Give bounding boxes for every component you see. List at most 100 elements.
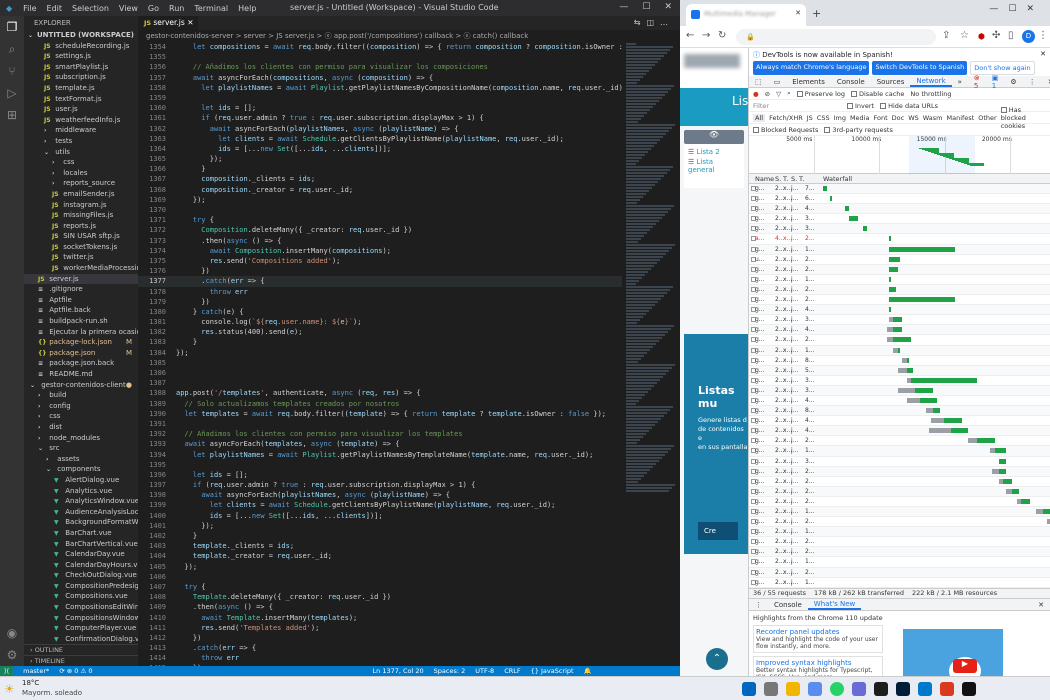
request-row[interactable]: g... 2... x... j... 2... [749, 477, 1050, 487]
tree-item[interactable]: ▼ CompositionPredesignDialo... [24, 581, 138, 592]
outline-section[interactable]: › OUTLINE [24, 644, 138, 655]
request-row[interactable]: g... 2... x... j... 4... [749, 426, 1050, 437]
tree-item[interactable]: ≡ .gitignore [24, 284, 138, 295]
maximize-icon[interactable]: ☐ [642, 2, 650, 12]
tree-item[interactable]: ▼ CalendarDay.vue [24, 549, 138, 560]
news-card[interactable]: Recorder panel updates View and highlight… [753, 625, 883, 653]
third-party-checkbox[interactable]: 3rd-party requests [824, 126, 893, 134]
tree-item[interactable]: ▼ BarChartVertical.vue [24, 539, 138, 550]
type-filter-fetchxhr[interactable]: Fetch/XHR [769, 114, 803, 122]
whatsapp-icon[interactable] [830, 682, 844, 696]
split-editor-icon[interactable]: ◫ [646, 18, 660, 27]
view-toggle-button[interactable]: 👁 [684, 130, 744, 144]
tree-item[interactable]: JS instagram.js [24, 200, 138, 211]
type-filter-css[interactable]: CSS [817, 114, 830, 122]
adblock-icon[interactable]: ⬢ [978, 32, 985, 41]
record-icon[interactable]: ● [753, 90, 759, 98]
tree-item[interactable]: JS weatherfeedInfo.js [24, 115, 138, 126]
tree-item[interactable]: ▼ AlertDialog.vue [24, 475, 138, 486]
type-filter-wasm[interactable]: Wasm [923, 114, 943, 122]
tree-item[interactable]: ▼ ComputerPlayer.vue [24, 623, 138, 634]
drawer-tab-whatsnew[interactable]: What's New [807, 600, 862, 610]
menu-item[interactable]: Selection [72, 4, 109, 13]
tree-item[interactable]: › locales [24, 168, 138, 179]
tree-item[interactable]: JS workerMediaProcessing.js [24, 263, 138, 274]
request-row[interactable]: g... 2... x... j... 6... [749, 194, 1050, 205]
tree-item[interactable]: › tests [24, 136, 138, 147]
tree-item[interactable]: JS SIN USAR sftp.js [24, 231, 138, 242]
tree-item[interactable]: ≡ README.md [24, 369, 138, 380]
request-row[interactable]: g... 2... x... j... 4... [749, 305, 1050, 316]
close-notice-icon[interactable]: ✕ [1040, 50, 1046, 58]
close-icon[interactable]: ✕ [1042, 78, 1050, 86]
request-row[interactable]: g... 2... x... j... 8... [749, 356, 1050, 366]
settings-gear-icon[interactable]: ⚙ [0, 644, 24, 666]
type-filter-js[interactable]: JS [807, 114, 813, 122]
column-header[interactable]: T. [799, 175, 804, 183]
menu-item[interactable]: View [119, 4, 138, 13]
request-row[interactable]: g... 2... x... j... 1... [749, 446, 1050, 457]
switch-language-button[interactable]: Switch DevTools to Spanish [872, 61, 968, 75]
request-row[interactable]: g... 2... x... j... 2... [749, 497, 1050, 507]
tab-console[interactable]: Console [831, 78, 871, 86]
tree-item[interactable]: › config [24, 401, 138, 412]
request-row[interactable]: g... 2... x... j... 3... [749, 385, 1050, 396]
column-header[interactable]: Name [755, 175, 774, 183]
extensions-puzzle-icon[interactable]: ✣ [992, 30, 1000, 41]
network-overview[interactable]: 5000 ms 10000 ms 15000 ms 20000 ms [749, 136, 1050, 174]
blocked-cookies-checkbox[interactable]: Has blocked cookies [1000, 106, 1046, 130]
tree-item[interactable]: JS smartPlaylist.js [24, 62, 138, 73]
branch-status[interactable]: master* [23, 666, 49, 676]
column-header[interactable]: T. [783, 175, 788, 183]
chrome-menu-icon[interactable]: ⋮ [1038, 30, 1048, 41]
tree-item[interactable]: ▼ CheckOutDialog.vue [24, 570, 138, 581]
tree-item[interactable]: ≡ Aptfile.back [24, 305, 138, 316]
request-row[interactable]: g... 2... x... j... 4... [749, 396, 1050, 407]
request-row[interactable]: g... 2... x... j... 3... [749, 214, 1050, 225]
request-row[interactable]: g... 2... x... j... 1... [749, 507, 1050, 518]
tree-item[interactable]: › css [24, 411, 138, 422]
tree-item[interactable]: ▼ BarChart.vue [24, 528, 138, 539]
request-row[interactable]: g... 2... x... j... 1... [749, 275, 1050, 285]
photoshop-icon[interactable] [896, 682, 910, 696]
tree-item[interactable]: JS template.js [24, 83, 138, 94]
code-editor[interactable]: 1354 let compositions = await req.body.f… [138, 42, 622, 666]
tab-server-js[interactable]: JS server.js ✕ [138, 16, 198, 30]
request-row[interactable]: g... 2... x... j... 8... [749, 406, 1050, 417]
tree-item[interactable]: ≡ buildpack-run.sh [24, 316, 138, 327]
tree-item[interactable]: ▼ AudienceAnalysisLockedWi... [24, 507, 138, 518]
problems-status[interactable]: ⟳ ⊗ 0 ⚠ 0 [59, 666, 92, 676]
windows-start-icon[interactable] [742, 682, 756, 696]
minimize-icon[interactable]: — [619, 2, 628, 12]
create-button[interactable]: Cre [698, 522, 738, 540]
close-drawer-icon[interactable]: ✕ [1032, 601, 1050, 609]
type-filter-doc[interactable]: Doc [892, 114, 905, 122]
close-icon[interactable]: ✕ [664, 2, 672, 12]
tab-sources[interactable]: Sources [871, 78, 911, 86]
tree-item[interactable]: ▼ CalendarDayHours.vue [24, 560, 138, 571]
type-filter-all[interactable]: All [753, 113, 766, 122]
issues-count[interactable]: ▣ 1 [986, 74, 1005, 90]
request-row[interactable]: g... 2... x... j... 3... [749, 457, 1050, 467]
tab-[interactable]: » [952, 78, 968, 86]
menu-item[interactable]: Run [169, 4, 184, 13]
share-icon[interactable]: ⇪ [942, 30, 950, 41]
sidepanel-icon[interactable]: ▯ [1008, 30, 1014, 41]
request-row[interactable]: g... 2... x... j... 4... [749, 325, 1050, 336]
vscode-taskbar-icon[interactable] [918, 682, 932, 696]
tree-item[interactable]: JS twitter.js [24, 252, 138, 263]
compare-icon[interactable]: ⇆ [634, 18, 647, 27]
news-card[interactable]: Improved syntax highlights Better syntax … [753, 656, 883, 676]
menu-item[interactable]: Help [238, 4, 256, 13]
minimize-icon[interactable]: — [989, 4, 1008, 14]
request-row[interactable]: g... 2... x... j... 2... [749, 466, 1050, 477]
type-filter-font[interactable]: Font [873, 114, 887, 122]
request-row[interactable]: g... 2... x... j... 1... [749, 244, 1050, 255]
inspect-icon[interactable]: ⬚ [749, 78, 768, 86]
request-row[interactable]: g... 2... x... j... 4... [749, 416, 1050, 427]
tree-item[interactable]: ▼ CompositionsWindow.vue [24, 613, 138, 624]
request-row[interactable]: g... 2... x... j... 2... [749, 547, 1050, 558]
tree-item[interactable]: ▼ BackgroundFormatWindow... [24, 517, 138, 528]
tree-item[interactable]: JS missingFiles.js [24, 210, 138, 221]
request-row[interactable]: g... 2... x... j... 1... [749, 578, 1050, 588]
